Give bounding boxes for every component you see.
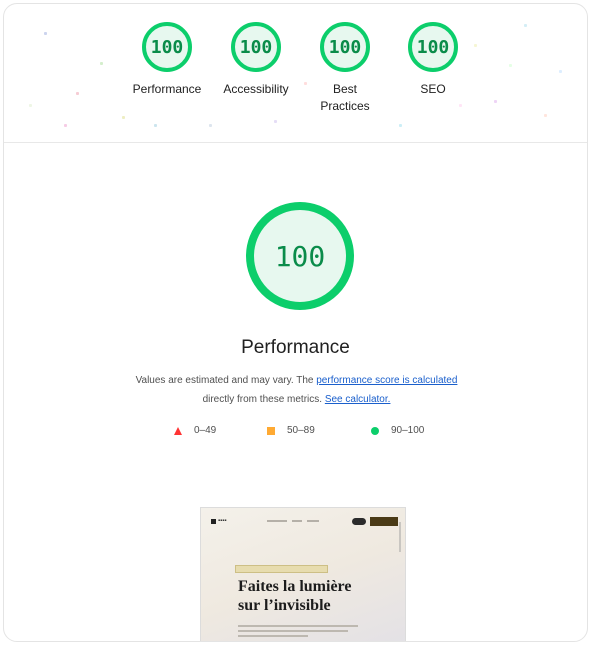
triangle-icon [174, 426, 182, 435]
hero-text-line [238, 625, 358, 627]
gauge-label: Performance [132, 82, 202, 96]
gauge-label: Best Practices [320, 82, 370, 113]
scrollbar [399, 522, 401, 552]
score-description: Values are estimated and may vary. The p… [124, 371, 469, 409]
score-value: 100 [416, 36, 450, 58]
scores-header: 100 Performance 100 Accessibility 100 Be… [4, 4, 587, 143]
hero-text-line [238, 635, 308, 637]
score-ring: 100 [320, 22, 370, 72]
score-ring: 100 [231, 22, 281, 72]
lighthouse-report-card: 100 Performance 100 Accessibility 100 Be… [3, 3, 588, 642]
legend-fail: 0–49 [174, 425, 216, 436]
hero-tag [235, 565, 328, 573]
nav-cta-button [370, 517, 398, 526]
score-ring: 100 [408, 22, 458, 72]
headline-line: Faites la lumière [238, 578, 352, 595]
legend-pass: 90–100 [371, 425, 424, 436]
final-screenshot-thumbnail[interactable]: ▪▪▪▪ Faites la lumière sur l’invisible [200, 507, 406, 641]
legend-range: 50–89 [287, 425, 315, 436]
see-calculator-link[interactable]: See calculator. [325, 394, 391, 405]
gauge-label: Accessibility [223, 82, 289, 96]
gauge-seo[interactable]: 100 SEO [388, 22, 478, 98]
gauge-accessibility[interactable]: 100 Accessibility [211, 22, 301, 98]
gauge-performance[interactable]: 100 Performance [122, 22, 212, 98]
hero-headline: Faites la lumière sur l’invisible [238, 577, 351, 615]
legend-range: 0–49 [194, 425, 217, 436]
category-gauges: 100 Performance 100 Accessibility 100 Be… [4, 22, 587, 142]
score-value: 100 [328, 36, 362, 58]
performance-score-link[interactable]: performance score is calculated [316, 375, 457, 386]
nav-link [307, 520, 319, 522]
circle-icon [371, 426, 379, 435]
gauge-label: SEO [420, 82, 446, 96]
section-title: Performance [241, 337, 350, 358]
score-value: 100 [239, 36, 273, 58]
description-text: Values are estimated and may vary. The [135, 375, 317, 386]
score-value: 100 [274, 239, 326, 273]
square-icon [267, 426, 275, 435]
headline-line: sur l’invisible [238, 597, 331, 614]
score-ring: 100 [246, 202, 354, 310]
nav-link [267, 520, 287, 522]
legend-average: 50–89 [267, 425, 315, 436]
nav-link [292, 520, 302, 522]
hero-text-line [238, 630, 348, 632]
score-ring: 100 [142, 22, 192, 72]
site-logo: ▪▪▪▪ [211, 518, 227, 524]
theme-toggle [352, 518, 366, 525]
legend-range: 90–100 [391, 425, 425, 436]
thumbnail-navbar: ▪▪▪▪ [211, 517, 398, 527]
gauge-best-practices[interactable]: 100 Best Practices [300, 22, 390, 115]
score-value: 100 [150, 36, 184, 58]
performance-main-gauge: 100 [246, 202, 354, 310]
description-text: directly from these metrics. [202, 394, 325, 405]
